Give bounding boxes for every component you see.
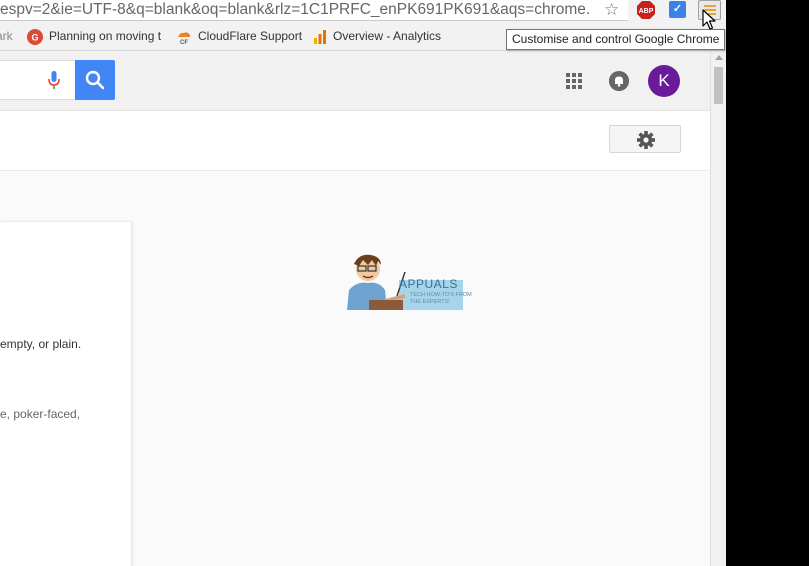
- tagline-line-1: TECH HOW-TO'S FROM: [410, 292, 472, 298]
- apps-grid-icon[interactable]: [566, 73, 582, 89]
- address-bar[interactable]: espv=2&ie=UTF-8&q=blank&oq=blank&rlz=1C1…: [0, 0, 628, 21]
- tagline-line-2: THE EXPERTS!: [410, 299, 450, 305]
- vertical-scrollbar[interactable]: [710, 51, 726, 566]
- search-tools-bar: [0, 111, 710, 171]
- microphone-icon[interactable]: [48, 71, 60, 90]
- google-plus-icon: G: [27, 28, 43, 45]
- bookmark-label: CloudFlare Support: [198, 29, 303, 43]
- bookmark-item-partial[interactable]: ark: [0, 28, 13, 44]
- dictionary-card: empty, or plain. e, poker-faced,: [0, 221, 132, 566]
- synonyms-text: e, poker-faced,: [0, 407, 81, 421]
- desktop-background: [726, 0, 809, 566]
- omnibox-row: espv=2&ie=UTF-8&q=blank&oq=blank&rlz=1C1…: [0, 0, 726, 22]
- analytics-icon: [314, 29, 326, 44]
- account-avatar[interactable]: K: [648, 65, 680, 97]
- abp-label: ABP: [639, 8, 654, 15]
- checkmark-extension-icon[interactable]: ✓: [669, 1, 686, 18]
- bookmark-item-planning[interactable]: G Planning on moving t: [27, 28, 162, 45]
- browser-window: espv=2&ie=UTF-8&q=blank&oq=blank&rlz=1C1…: [0, 0, 726, 566]
- scroll-thumb[interactable]: [714, 67, 723, 104]
- svg-text:G: G: [31, 32, 38, 42]
- results-area: empty, or plain. e, poker-faced,: [0, 171, 710, 566]
- bookmark-item-cloudflare[interactable]: CF CloudFlare Support: [176, 28, 303, 45]
- svg-text:CF: CF: [180, 40, 188, 45]
- cloudflare-icon: CF: [178, 32, 190, 45]
- appuals-tagline: TECH HOW-TO'S FROM THE EXPERTS!: [410, 292, 472, 306]
- bookmark-label: ark: [0, 29, 13, 43]
- appuals-wordmark: APPUALS: [399, 277, 458, 291]
- scroll-up-arrow-icon[interactable]: [715, 55, 723, 60]
- search-button[interactable]: [75, 60, 115, 100]
- notifications-bell-icon[interactable]: [609, 71, 629, 91]
- google-header: K: [0, 51, 710, 111]
- mouse-cursor-icon: [702, 9, 716, 30]
- bookmark-star-icon[interactable]: ☆: [604, 1, 619, 19]
- search-input[interactable]: [0, 60, 75, 100]
- definition-text: empty, or plain.: [0, 337, 82, 351]
- settings-button[interactable]: [609, 125, 681, 153]
- bookmark-label: Overview - Analytics: [333, 29, 442, 43]
- url-text[interactable]: espv=2&ie=UTF-8&q=blank&oq=blank&rlz=1C1…: [0, 0, 604, 20]
- bookmark-item-analytics[interactable]: Overview - Analytics: [313, 28, 441, 44]
- gear-icon: [637, 131, 655, 149]
- search-icon: [85, 70, 105, 90]
- abp-icon[interactable]: ABP: [636, 0, 656, 20]
- menu-tooltip: Customise and control Google Chrome: [506, 29, 726, 50]
- bookmark-label: Planning on moving t: [49, 29, 162, 43]
